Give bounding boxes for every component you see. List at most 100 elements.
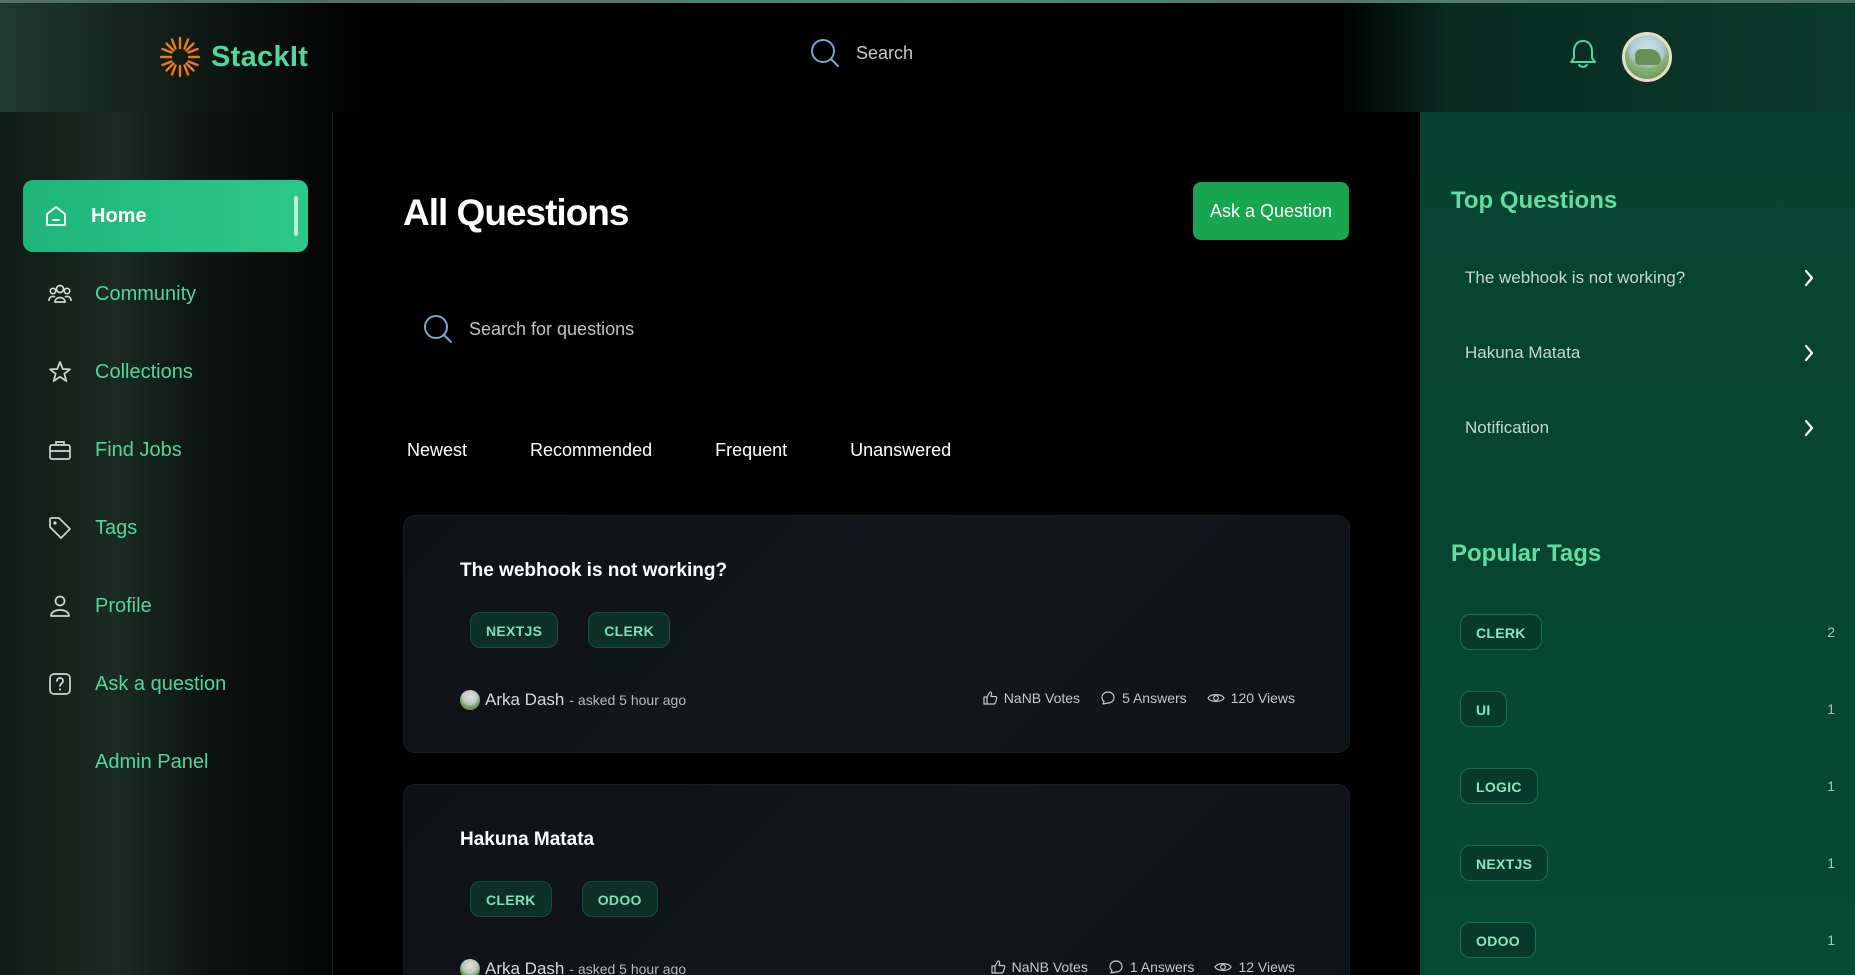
question-stats: NaNB Votes 1 Answers 12 Views (990, 959, 1295, 975)
popular-tag[interactable]: UI (1460, 691, 1507, 727)
top-question-title: The webhook is not working? (1465, 268, 1686, 287)
right-sidebar: Top Questions The webhook is not working… (1420, 112, 1855, 975)
chevron-right-icon (1804, 269, 1814, 287)
filter-newest[interactable]: Newest (407, 428, 467, 473)
eye-icon (1214, 963, 1233, 971)
top-question-title: Hakuna Matata (1465, 343, 1581, 362)
sidebar-item-tags[interactable]: Tags (23, 492, 308, 564)
asked-time: - asked 5 hour ago (569, 961, 687, 975)
answers-stat: 5 Answers (1100, 690, 1187, 706)
asked-time: - asked 5 hour ago (569, 692, 687, 708)
votes-count: NaNB Votes (1003, 690, 1081, 706)
sidebar-item-admin-panel[interactable]: Admin Panel (23, 726, 308, 798)
popular-tag[interactable]: LOGIC (1460, 768, 1538, 804)
views-stat: 12 Views (1214, 959, 1295, 975)
chevron-right-icon (1804, 344, 1814, 362)
tag-count: 1 (1827, 778, 1835, 794)
tag-badge[interactable]: CLERK (470, 881, 552, 917)
tag-count: 2 (1827, 624, 1835, 640)
top-question-item[interactable]: The webhook is not working? (1465, 268, 1815, 288)
filter-unanswered[interactable]: Unanswered (850, 428, 951, 473)
top-question-title: Notification (1465, 418, 1550, 437)
sidebar-item-profile[interactable]: Profile (23, 570, 308, 642)
top-questions-heading: Top Questions (1451, 187, 1618, 214)
user-icon (47, 593, 73, 619)
question-tags: CLERK ODOO (470, 881, 658, 917)
question-icon (47, 671, 73, 697)
question-tags: NEXTJS CLERK (470, 612, 670, 648)
question-meta: Arka Dash - asked 5 hour ago (460, 690, 686, 710)
sidebar-item-collections[interactable]: Collections (23, 336, 308, 408)
sidebar-item-label: Tags (95, 516, 138, 539)
popular-tag-row: LOGIC 1 (1460, 768, 1840, 804)
top-question-item[interactable]: Notification (1465, 418, 1815, 438)
app-root: StackIt Search Home Community Collection… (0, 0, 1855, 975)
tag-badge[interactable]: ODOO (581, 881, 658, 917)
brand-logo[interactable]: StackIt (157, 34, 308, 80)
popular-tags-heading: Popular Tags (1451, 540, 1602, 567)
popular-tag-row: CLERK 2 (1460, 614, 1840, 650)
question-card[interactable]: Hakuna Matata CLERK ODOO Arka Dash - ask… (403, 784, 1350, 975)
popular-tag[interactable]: NEXTJS (1460, 845, 1549, 881)
tag-count: 1 (1827, 855, 1835, 871)
answers-stat: 1 Answers (1108, 959, 1194, 975)
question-stats: NaNB Votes 5 Answers 120 Views (982, 690, 1295, 706)
thumbs-up-icon (990, 960, 1005, 974)
comment-icon (1101, 691, 1115, 705)
user-avatar[interactable] (1622, 32, 1672, 82)
briefcase-icon (47, 437, 73, 463)
author-name[interactable]: Arka Dash (485, 959, 564, 975)
sidebar-item-label: Find Jobs (95, 438, 182, 461)
votes-stat: NaNB Votes (990, 959, 1088, 975)
left-sidebar: Home Community Collections Find Jobs Tag… (0, 112, 333, 975)
main-content: All Questions Ask a Question Newest Reco… (333, 112, 1420, 975)
home-icon (43, 203, 69, 229)
sidebar-item-label: Profile (95, 594, 152, 617)
sidebar-item-home[interactable]: Home (23, 180, 308, 252)
popular-tag[interactable]: CLERK (1460, 614, 1542, 650)
votes-count: NaNB Votes (1011, 959, 1088, 975)
bell-icon[interactable] (1569, 38, 1597, 70)
question-search (423, 314, 869, 344)
sidebar-item-ask-question[interactable]: Ask a question (23, 648, 308, 720)
sidebar-item-label: Admin Panel (95, 750, 209, 773)
author-name[interactable]: Arka Dash (485, 690, 564, 710)
answers-count: 5 Answers (1122, 690, 1187, 706)
star-icon (47, 359, 73, 385)
tag-icon (47, 515, 73, 541)
top-navbar: StackIt Search (0, 0, 1855, 112)
views-stat: 120 Views (1206, 690, 1295, 706)
popular-tag[interactable]: ODOO (1460, 922, 1536, 958)
tag-badge[interactable]: CLERK (588, 612, 670, 648)
tag-count: 1 (1827, 701, 1835, 717)
votes-stat: NaNB Votes (982, 690, 1080, 706)
sidebar-item-label: Collections (95, 360, 193, 383)
question-title[interactable]: Hakuna Matata (460, 829, 594, 851)
page-title: All Questions (403, 192, 629, 233)
global-search-placeholder: Search (856, 42, 914, 63)
global-search[interactable]: Search (810, 38, 913, 68)
sidebar-item-label: Home (91, 204, 147, 227)
search-icon (811, 39, 839, 67)
author-avatar[interactable] (460, 690, 480, 710)
tag-count: 1 (1827, 932, 1835, 948)
sidebar-item-label: Ask a question (95, 672, 227, 695)
popular-tag-row: UI 1 (1460, 691, 1840, 727)
question-search-input[interactable] (469, 318, 869, 340)
question-title[interactable]: The webhook is not working? (460, 560, 727, 582)
brand-name: StackIt (211, 40, 309, 73)
filter-frequent[interactable]: Frequent (715, 428, 787, 473)
filter-tabs: Newest Recommended Frequent Unanswered (407, 428, 951, 473)
filter-recommended[interactable]: Recommended (530, 428, 652, 473)
popular-tag-row: NEXTJS 1 (1460, 845, 1840, 881)
chevron-right-icon (1804, 419, 1814, 437)
sunburst-logo-icon (159, 36, 201, 78)
top-question-item[interactable]: Hakuna Matata (1465, 343, 1815, 363)
tag-badge[interactable]: NEXTJS (470, 612, 559, 648)
ask-question-button[interactable]: Ask a Question (1193, 182, 1349, 240)
sidebar-item-find-jobs[interactable]: Find Jobs (23, 414, 308, 486)
sidebar-item-community[interactable]: Community (23, 258, 308, 330)
question-card[interactable]: The webhook is not working? NEXTJS CLERK… (403, 515, 1350, 753)
author-avatar[interactable] (460, 959, 480, 975)
sidebar-item-label: Community (95, 282, 197, 305)
